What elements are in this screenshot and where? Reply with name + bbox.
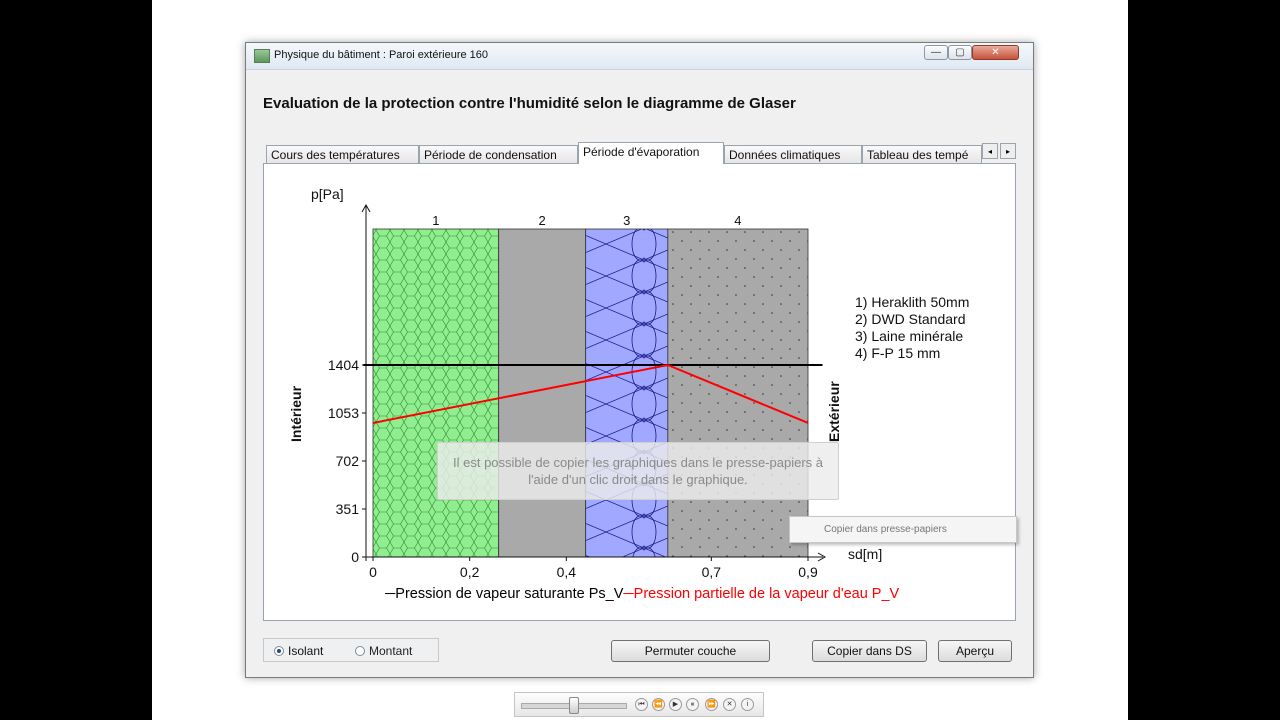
tab-periode-condensation[interactable]: Période de condensation — [419, 145, 578, 164]
hint-tooltip: Il est possible de copier les graphiques… — [437, 442, 839, 500]
x-tick-label: 0,4 — [557, 564, 577, 580]
x-axis-label: sd[m] — [848, 546, 882, 562]
layer-legend-item: 1) Heraklith 50mm — [855, 294, 969, 310]
layer-legend-item: 4) F-P 15 mm — [855, 345, 940, 361]
series-legend: ─Pression de vapeur saturante Ps_V─Press… — [384, 586, 900, 602]
mode-radio-group: Isolant Montant — [263, 638, 439, 662]
layer-1 — [372, 228, 500, 558]
preview-button[interactable]: Aperçu — [938, 640, 1012, 662]
tab-cours-temperatures[interactable]: Cours des températures — [266, 145, 419, 164]
layer-number-3: 3 — [623, 213, 630, 228]
layer-number-1: 1 — [432, 213, 439, 228]
rewind-icon[interactable]: ⏪ — [652, 698, 665, 711]
x-tick-label: 0,2 — [460, 564, 480, 580]
layer-legend-item: 3) Laine minérale — [855, 328, 963, 344]
app-icon — [254, 49, 270, 63]
info-icon[interactable]: i — [741, 698, 754, 711]
y-axis-label: p[Pa] — [311, 186, 344, 202]
layers — [372, 228, 809, 558]
tab-donnees-climatiques[interactable]: Données climatiques — [724, 145, 862, 164]
swap-layer-button[interactable]: Permuter couche — [611, 640, 770, 662]
legend-entry-1: ─Pression partielle de la vapeur d'eau P… — [622, 586, 899, 602]
legend-entry-0: ─Pression de vapeur saturante Ps_V — [384, 586, 624, 602]
glaser-chart[interactable]: 1 2 3 4 0 351 702 1053 1404 0 0,2 0,4 0,7 0,9 p[Pa] sd[… — [264, 164, 1015, 620]
radio-montant[interactable]: Montant — [355, 644, 412, 658]
maximize-button[interactable]: ▢ — [948, 45, 972, 60]
y-tick-label: 1053 — [328, 405, 359, 421]
skip-back-icon[interactable]: ⏮ — [635, 698, 648, 711]
title-bar[interactable]: Physique du bâtiment : Paroi extérieure … — [246, 43, 1033, 70]
layer-2 — [498, 228, 587, 558]
tab-scroll-right-button[interactable]: ▸ — [1000, 143, 1016, 159]
layer-number-4: 4 — [734, 213, 741, 228]
tab-scroll-left-button[interactable]: ◂ — [982, 143, 998, 159]
x-tick-label: 0 — [369, 564, 377, 580]
radio-checked-icon — [274, 646, 284, 656]
app-window: Physique du bâtiment : Paroi extérieure … — [245, 42, 1034, 678]
stop-icon[interactable]: ✕ — [723, 698, 736, 711]
window-title: Physique du bâtiment : Paroi extérieure … — [274, 49, 489, 61]
radio-isolant[interactable]: Isolant — [274, 644, 323, 658]
x-tick-label: 0,7 — [702, 564, 722, 580]
layer-3 — [585, 228, 669, 558]
y-tick-label: 0 — [351, 549, 359, 565]
tab-tableau-temperatures[interactable]: Tableau des tempé — [862, 145, 982, 164]
radio-unchecked-icon — [355, 646, 365, 656]
layer-legend-item: 2) DWD Standard — [855, 311, 965, 327]
copy-to-ds-button[interactable]: Copier dans DS — [812, 640, 927, 662]
play-icon[interactable]: ▶ — [669, 698, 682, 711]
radio-isolant-label: Isolant — [288, 644, 324, 658]
exterior-label: Extérieur — [826, 381, 842, 442]
interior-label: Intérieur — [288, 385, 304, 442]
x-tick-label: 0,9 — [798, 564, 818, 580]
minimize-button[interactable]: — — [924, 45, 948, 60]
page-title: Evaluation de la protection contre l'hum… — [263, 95, 796, 112]
media-player-bar: ⏮ ⏪ ▶ ⏸ ⏩ ✕ i — [514, 692, 764, 717]
fast-forward-icon[interactable]: ⏩ — [705, 698, 718, 711]
y-tick-label: 702 — [336, 453, 360, 469]
layer-number-2: 2 — [539, 213, 546, 228]
close-button[interactable]: ✕ — [972, 45, 1019, 60]
tab-strip: Cours des températures Période de conden… — [266, 142, 1018, 164]
seek-slider-thumb[interactable] — [569, 697, 579, 714]
radio-montant-label: Montant — [369, 644, 413, 658]
y-tick-label: 1404 — [328, 357, 359, 373]
context-menu-copy-item[interactable]: Copier dans presse-papiers — [789, 516, 1017, 543]
tab-panel: 1 2 3 4 0 351 702 1053 1404 0 0,2 0,4 0,7 0,9 p[Pa] sd[… — [263, 163, 1017, 621]
y-tick-label: 351 — [336, 501, 360, 517]
pause-icon[interactable]: ⏸ — [686, 698, 699, 711]
tab-periode-evaporation[interactable]: Période d'évaporation — [578, 142, 724, 164]
